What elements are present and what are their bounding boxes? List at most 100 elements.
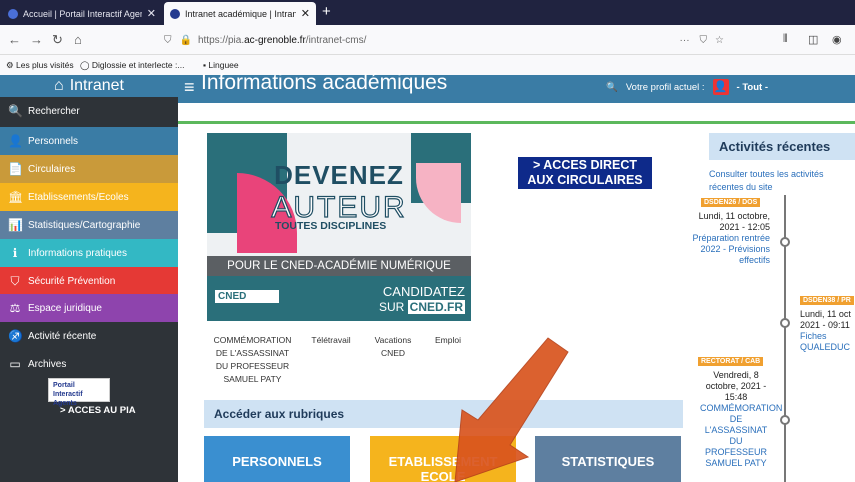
section-divider [178, 121, 855, 124]
browser-tab-bar: Accueil | Portail Interactif Agen ✕ Intr… [0, 0, 855, 25]
tab-intranet[interactable]: Intranet académique | Intranet ✕ [164, 2, 316, 25]
banner-line3: TOUTES DISCIPLINES [275, 220, 387, 232]
sidebar-title: Intranet [69, 77, 124, 94]
pia-access-link[interactable]: > ACCES AU PIA [60, 405, 136, 416]
sidebar-item[interactable]: 👤 Personnels [0, 127, 178, 155]
search-icon[interactable]: 🔍 [606, 82, 618, 93]
sidebar-item[interactable]: ⚖ Espace juridique [0, 294, 178, 322]
screenshot-root: Accueil | Portail Interactif Agen ✕ Intr… [0, 0, 855, 482]
sidebar-item-label: Archives [28, 358, 67, 370]
event-item[interactable]: Lundi, 11 oct 2021 - 09:11 Fiches QUALED… [800, 309, 855, 353]
bookmark-most-visited[interactable]: ⚙ Les plus visités [6, 60, 74, 71]
sidebar-item-label: Etablissements/Ecoles [28, 191, 129, 203]
bar-chart-icon: 📊 [8, 218, 23, 232]
url-path: /intranet-cms/ [305, 34, 367, 46]
home-icon[interactable]: ⌂ [74, 32, 82, 47]
activity-title: Activités récentes [709, 133, 855, 160]
sidebar-item[interactable]: ▭ Archives [0, 350, 178, 378]
portal-favicon-icon [8, 8, 18, 19]
profile-area: 🔍 Votre profil actuel : 👤 - Tout - [606, 79, 768, 95]
library-icon[interactable]: ⫴ [783, 33, 788, 46]
address-bar[interactable]: ⛉ 🔒 https://pia. ac-grenoble.fr/intranet-… [164, 28, 724, 52]
user-icon: 👤 [8, 134, 23, 148]
account-icon[interactable]: ◉ [832, 33, 842, 46]
event-tag: DSDEN26 / DOS [701, 198, 761, 207]
new-tab-button[interactable]: + [322, 3, 331, 20]
url-domain: ac-grenoble.fr [244, 34, 306, 46]
cned-banner[interactable]: DEVENEZ AUTEUR TOUTES DISCIPLINES POUR L… [207, 133, 471, 321]
rubrique-card[interactable]: ETABLISSEMENT ECOLE [370, 436, 516, 482]
sidebar-toggle-icon[interactable]: ◫ [808, 33, 818, 46]
sidebar-item-label: Circulaires [28, 163, 76, 175]
profile-select[interactable]: - Tout - [737, 82, 768, 93]
scales-icon: ⚖ [9, 301, 21, 315]
lock-icon: 🔒 [179, 34, 192, 46]
rubriques-header: Accéder aux rubriques [204, 400, 683, 428]
tab-accueil[interactable]: Accueil | Portail Interactif Agen ✕ [2, 2, 162, 25]
rubrique-card[interactable]: STATISTIQUES [535, 436, 681, 482]
sidebar-item-label: Personnels [28, 135, 79, 147]
consult-activities-link[interactable]: Consulter toutes les activités récentes … [709, 168, 855, 194]
quick-link-commemoration[interactable]: COMMÉMORATION DE L'ASSASSINAT DU PROFESS… [210, 334, 295, 386]
quick-link-vacations[interactable]: Vacations CNED [368, 334, 418, 360]
timeline-node [780, 318, 790, 328]
sidebar-item-label: Rechercher [28, 105, 80, 117]
sidebar-item-label: Activité récente [28, 330, 97, 342]
menu-hamburger-icon[interactable]: ≡ [184, 77, 195, 98]
browser-nav-bar: ← → ↻ ⌂ ⛉ 🔒 https://pia. ac-grenoble.fr/i… [0, 25, 855, 55]
home-icon: ⌂ [54, 77, 64, 94]
activity-icon: ♐ [8, 329, 23, 343]
url-prefix: https://pia. [197, 34, 245, 46]
timeline-node [780, 415, 790, 425]
sidebar-item-label: Sécurité Prévention [28, 275, 116, 287]
bookmark-diglossie[interactable]: ◯ Diglossie et interlecte :... [80, 60, 184, 71]
event-tag: DSDEN38 / PR [800, 296, 854, 305]
sidebar-item[interactable]: 📊 Statistiques/Cartographie [0, 211, 178, 239]
info-icon: ℹ [12, 246, 18, 260]
banner-candidatez: CANDIDATEZ [382, 284, 465, 299]
banner-line1: DEVENEZ [274, 160, 404, 190]
timeline-node [780, 237, 790, 247]
quick-link-teletravail[interactable]: Télétravail [306, 334, 356, 347]
pia-logo[interactable]: Portail Interactif Agents [48, 378, 110, 407]
tab-title: Intranet académique | Intranet [185, 8, 296, 19]
tab-title: Accueil | Portail Interactif Agen [23, 8, 142, 19]
acces-direct-circulaires-link[interactable]: > ACCES DIRECT AUX CIRCULAIRES [518, 157, 652, 189]
rubrique-card[interactable]: PERSONNELS [204, 436, 350, 482]
event-item[interactable]: Vendredi, 8 octobre, 2021 - 15:48 COMMÉM… [700, 370, 782, 469]
reload-icon[interactable]: ↻ [52, 32, 63, 48]
page-actions-icon[interactable]: ··· [680, 35, 690, 46]
sidebar-item[interactable]: ⛉ Sécurité Prévention [0, 267, 178, 295]
user-icon[interactable]: 👤 [712, 79, 729, 95]
banner-site: SUR CNED.FR [378, 300, 465, 314]
sidebar-header[interactable]: ⌂ Intranet [0, 75, 178, 97]
document-icon: 📄 [8, 162, 23, 176]
sidebar-item[interactable]: ℹ Informations pratiques [0, 239, 178, 267]
back-arrow-icon[interactable]: ← [8, 32, 21, 47]
search-icon: 🔍 [8, 104, 23, 118]
sidebar-item[interactable]: ♐ Activité récente [0, 322, 178, 350]
sidebar-item-label: Espace juridique [28, 302, 102, 314]
event-item[interactable]: Lundi, 11 octobre, 2021 - 12:05 Préparat… [688, 211, 770, 266]
sidebar-item[interactable]: 📄 Circulaires [0, 155, 178, 183]
page-title: Informations académiques [201, 71, 448, 94]
rubrique-card-label: ETABLISSEMENT ECOLE [388, 454, 498, 482]
forward-arrow-icon[interactable]: → [30, 32, 43, 47]
cned-logo: CNED [215, 290, 279, 303]
shield-icon: ⛉ [164, 34, 172, 46]
banner-band: POUR LE CNED-ACADÉMIE NUMÉRIQUE [207, 256, 471, 276]
main-header: ≡ Informations académiques 🔍 Votre profi… [178, 71, 855, 103]
archive-icon: ▭ [9, 357, 21, 371]
pocket-icon[interactable]: ⛉ [700, 35, 708, 46]
bookmark-linguee[interactable]: ▪ Linguee [203, 60, 239, 70]
rubrique-card-label: STATISTIQUES [561, 454, 655, 469]
bookmark-star-icon[interactable]: ☆ [715, 35, 724, 46]
close-tab-icon[interactable]: ✕ [301, 7, 310, 20]
quick-link-emploi[interactable]: Emploi [430, 334, 466, 347]
close-tab-icon[interactable]: ✕ [147, 7, 156, 20]
event-tag: RECTORAT / CAB [698, 357, 764, 366]
intranet-favicon-icon [170, 8, 180, 19]
shield-icon: ⛉ [10, 273, 20, 288]
sidebar-item[interactable]: 🔍 Rechercher [0, 97, 178, 125]
sidebar-item[interactable]: 🏛 Etablissements/Ecoles [0, 183, 178, 211]
